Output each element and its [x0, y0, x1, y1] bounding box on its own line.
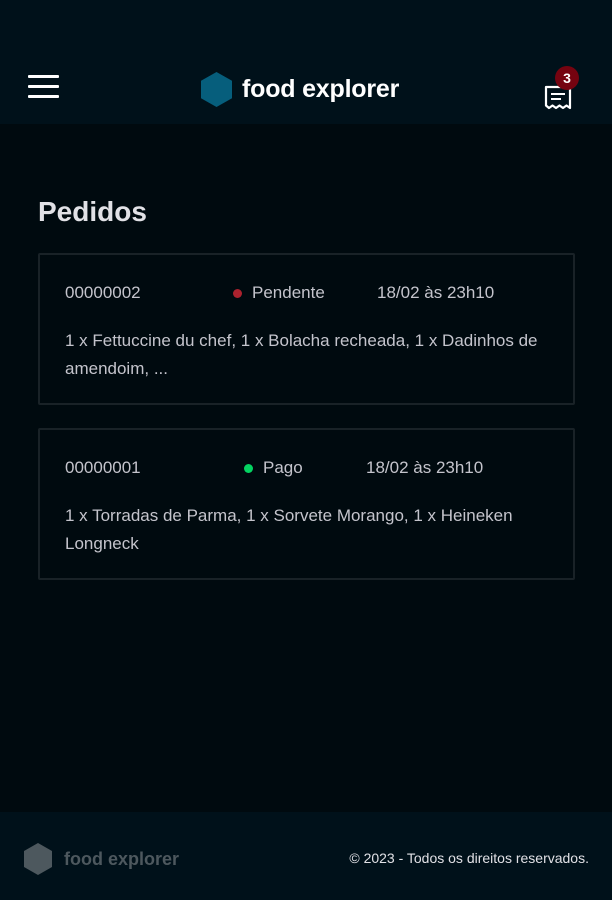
brand-title: food explorer — [242, 74, 400, 103]
order-id: 00000002 — [65, 283, 141, 302]
order-id: 00000001 — [65, 458, 141, 477]
status-dot-icon — [233, 288, 242, 298]
menu-icon-bar — [28, 85, 59, 88]
order-date: 18/02 às 23h10 — [366, 458, 484, 477]
app-header: food explorer 3 — [0, 0, 612, 124]
app-footer: food explorer © 2023 - Todos os direitos… — [0, 812, 612, 900]
hexagon-logo-icon — [24, 843, 52, 875]
order-status: Pago — [244, 458, 303, 478]
brand-logo[interactable]: food explorer — [201, 71, 399, 107]
footer-brand-title: food explorer — [64, 848, 180, 869]
order-items: 1 x Torradas de Parma, 1 x Sorvete Moran… — [65, 506, 513, 553]
order-status: Pendente — [233, 283, 325, 303]
menu-button[interactable] — [28, 74, 60, 100]
menu-icon-bar — [28, 75, 59, 78]
order-card[interactable]: 00000002 Pendente 18/02 às 23h10 1 x Fet… — [38, 253, 575, 405]
status-dot-icon — [244, 463, 253, 473]
order-status-label: Pago — [263, 458, 303, 477]
order-status-label: Pendente — [252, 283, 325, 302]
menu-icon-bar — [28, 95, 59, 98]
orders-button[interactable]: 3 — [543, 66, 581, 112]
order-card[interactable]: 00000001 Pago 18/02 às 23h10 1 x Torrada… — [38, 428, 575, 580]
order-date: 18/02 às 23h10 — [377, 283, 495, 302]
orders-count-badge: 3 — [555, 66, 579, 90]
page-title: Pedidos — [38, 196, 147, 227]
hexagon-logo-icon — [201, 71, 232, 107]
order-items: 1 x Fettuccine du chef, 1 x Bolacha rech… — [65, 331, 538, 378]
copyright-text: © 2023 - Todos os direitos reservados. — [349, 850, 589, 866]
footer-brand: food explorer — [24, 843, 179, 875]
